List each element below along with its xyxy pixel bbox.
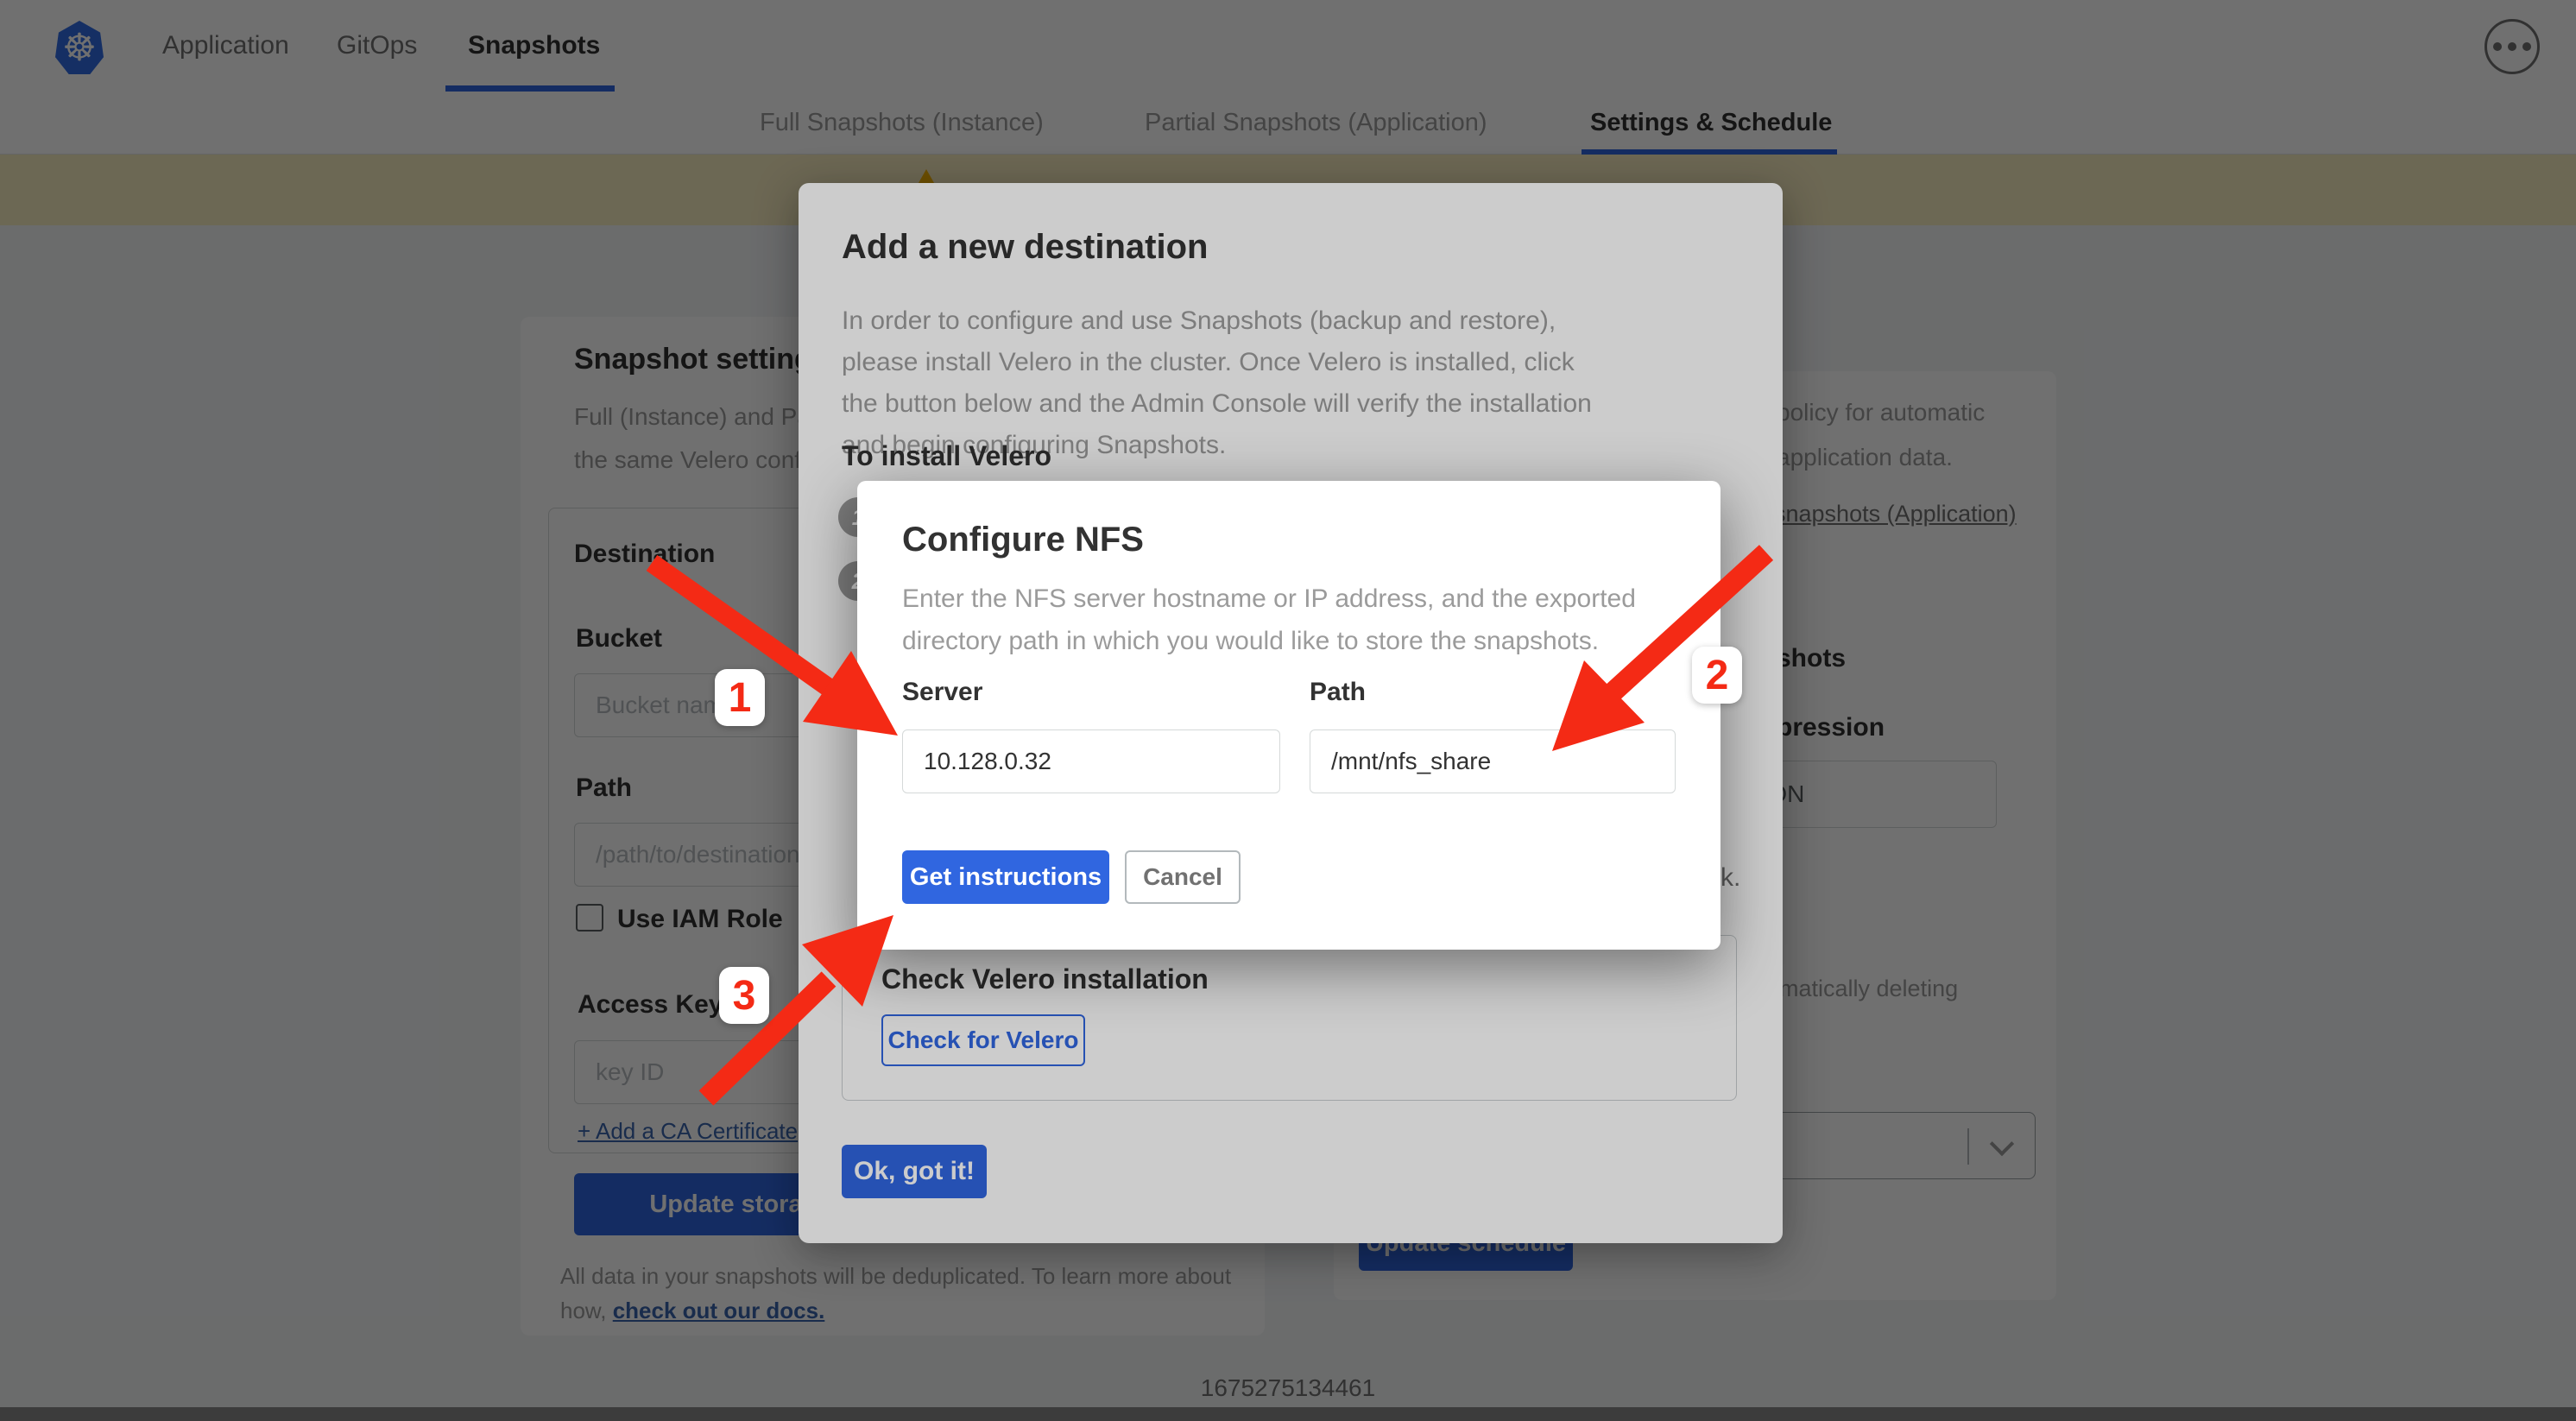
configure-nfs-title: Configure NFS bbox=[902, 521, 1144, 559]
get-instructions-button[interactable]: Get instructions bbox=[902, 850, 1109, 904]
cancel-button[interactable]: Cancel bbox=[1125, 850, 1241, 904]
annotation-badge-1: 1 bbox=[715, 669, 765, 726]
server-label: Server bbox=[902, 678, 982, 707]
nfs-path-input[interactable] bbox=[1310, 729, 1676, 793]
admin-console-page: ☸ Application GitOps Snapshots Full Snap… bbox=[0, 0, 2576, 1421]
configure-nfs-dialog: Configure NFS Enter the NFS server hostn… bbox=[857, 481, 1720, 950]
annotation-badge-2: 2 bbox=[1692, 647, 1742, 704]
nfs-path-label: Path bbox=[1310, 678, 1366, 707]
annotation-badge-3: 3 bbox=[719, 967, 769, 1024]
configure-nfs-body: Enter the NFS server hostname or IP addr… bbox=[902, 578, 1679, 662]
nfs-server-input[interactable] bbox=[902, 729, 1280, 793]
